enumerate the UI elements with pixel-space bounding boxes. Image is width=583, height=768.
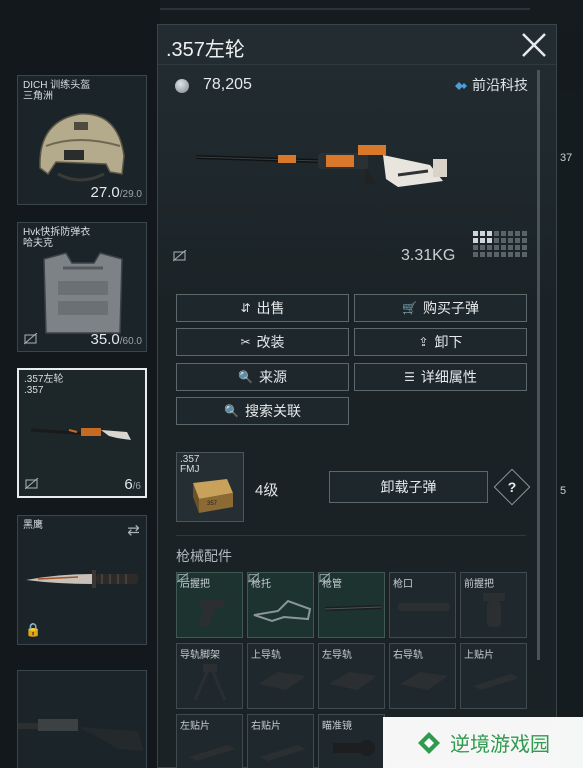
rail-icon [400,672,448,690]
equipment-slot-weapon[interactable]: .357左轮 .357 6/6 [17,368,147,498]
svg-text:357: 357 [207,501,218,507]
attachment-slot-top-rail[interactable]: 上导轨 [247,643,314,709]
equipment-slot-helmet[interactable]: DICH 训练头盔 三角洲 27.0/29.0 [17,75,147,205]
bipod-icon [193,664,227,701]
equipment-slot-armor[interactable]: Hvk快拆防弹衣 哈夫克 35.0/60.0 [17,222,147,352]
lock-icon: 🔒 [25,622,42,637]
attachment-slot-bipod[interactable]: 导轨脚架 [176,643,243,709]
right-edge-number: 37 [560,152,573,164]
right-edge-number: 5 [560,485,567,497]
no-insure-icon [24,333,38,345]
equipment-slot-melee[interactable]: 黑鹰 ⇄ 🔒 [17,515,147,645]
inventory-size-icon [473,231,527,257]
list-icon: ☰ [404,370,415,384]
attachment-slot-rear-grip[interactable]: 后握把 [176,572,243,638]
attachments-title: 枪械配件 [176,548,232,564]
equipment-slot-secondary[interactable]: 12 [17,670,147,768]
attachment-slot-scope[interactable]: 瞄准镜 [318,714,385,768]
scope-icon [333,740,375,756]
sell-button[interactable]: ⇵ 出售 [176,294,349,322]
no-insure-icon [248,573,260,583]
equipment-sidebar: DICH 训练头盔 三角洲 27.0/29.0 Hvk快拆防弹衣 哈夫克 35.… [0,0,160,768]
attachment-slot-stock[interactable]: 枪托 [247,572,314,638]
coin-icon [175,79,189,93]
rail-icon [329,672,377,690]
search-icon: 🔍 [224,404,239,418]
ammo-level: 4级 [255,482,279,499]
sniper-rifle-icon [18,719,144,751]
item-detail-panel: .357左轮 78,205 前沿科技 3.31KG ⇵ 出售 🛒 购买子弹 ✂ … [157,24,557,768]
tools-icon: ✂ [240,335,251,349]
patch-icon [473,674,519,690]
no-insure-icon [319,573,331,583]
item-weight: 3.31KG [401,247,456,264]
item-price: 78,205 [203,76,252,93]
cart-icon: 🛒 [402,301,417,315]
search-icon: 🔍 [238,370,253,384]
patch-icon [189,745,235,761]
attachment-slot-barrel[interactable]: 枪管 [318,572,385,638]
item-title: .357左轮 [166,39,245,61]
right-panel-edge [557,90,583,768]
source-button[interactable]: 🔍 来源 [176,363,349,391]
durability-value: 35.0/60.0 [90,331,142,348]
no-insure-icon [173,250,187,262]
attachment-slot-muzzle[interactable]: 枪口 [389,572,456,638]
item-preview: 78,205 前沿科技 3.31KG [158,65,556,295]
no-insure-icon [25,478,39,490]
details-button[interactable]: ☰ 详细属性 [354,363,527,391]
close-icon[interactable] [520,31,548,59]
search-related-button[interactable]: 🔍 搜索关联 [176,397,349,425]
section-divider [176,535,526,536]
attachment-slot-left-patch[interactable]: 左贴片 [176,714,243,768]
help-icon[interactable]: ? [499,474,525,500]
modify-button[interactable]: ✂ 改装 [176,328,349,356]
attachment-slot-top-patch[interactable]: 上贴片 [460,643,527,709]
buy-ammo-button[interactable]: 🛒 购买子弹 [354,294,527,322]
brand-logo-icon [455,82,467,91]
suppressor-icon [398,603,450,611]
attachment-slot-right-patch[interactable]: 右贴片 [247,714,314,768]
unload-ammo-button[interactable]: 卸载子弹 [329,471,488,503]
scrollbar[interactable] [537,70,540,660]
rail-icon [258,672,306,690]
ammo-count: 6/6 [124,476,141,493]
upload-icon: ⇪ [418,335,429,349]
sell-icon: ⇵ [240,301,251,315]
game-screen: DICH 训练头盔 三角洲 27.0/29.0 Hvk快拆防弹衣 哈夫克 35.… [0,0,583,768]
patch-icon [260,745,306,761]
attachment-slot-left-rail[interactable]: 左导轨 [318,643,385,709]
durability-value: 27.0/29.0 [90,184,142,201]
ammo-box-icon: 357 [193,479,233,513]
watermark-text: 逆境游戏园 [450,734,550,756]
foregrip-icon [483,593,505,627]
panel-header: .357左轮 [158,25,556,65]
ammo-slot[interactable]: .357 FMJ 357 [176,452,244,522]
watermark: 逆境游戏园 [383,717,583,768]
watermark-logo-icon [418,731,440,754]
unequip-button[interactable]: ⇪ 卸下 [354,328,527,356]
attachment-slot-right-rail[interactable]: 右导轨 [389,643,456,709]
no-insure-icon [177,573,189,583]
brand-name: 前沿科技 [454,75,528,95]
attachment-slot-foregrip[interactable]: 前握把 [460,572,527,638]
